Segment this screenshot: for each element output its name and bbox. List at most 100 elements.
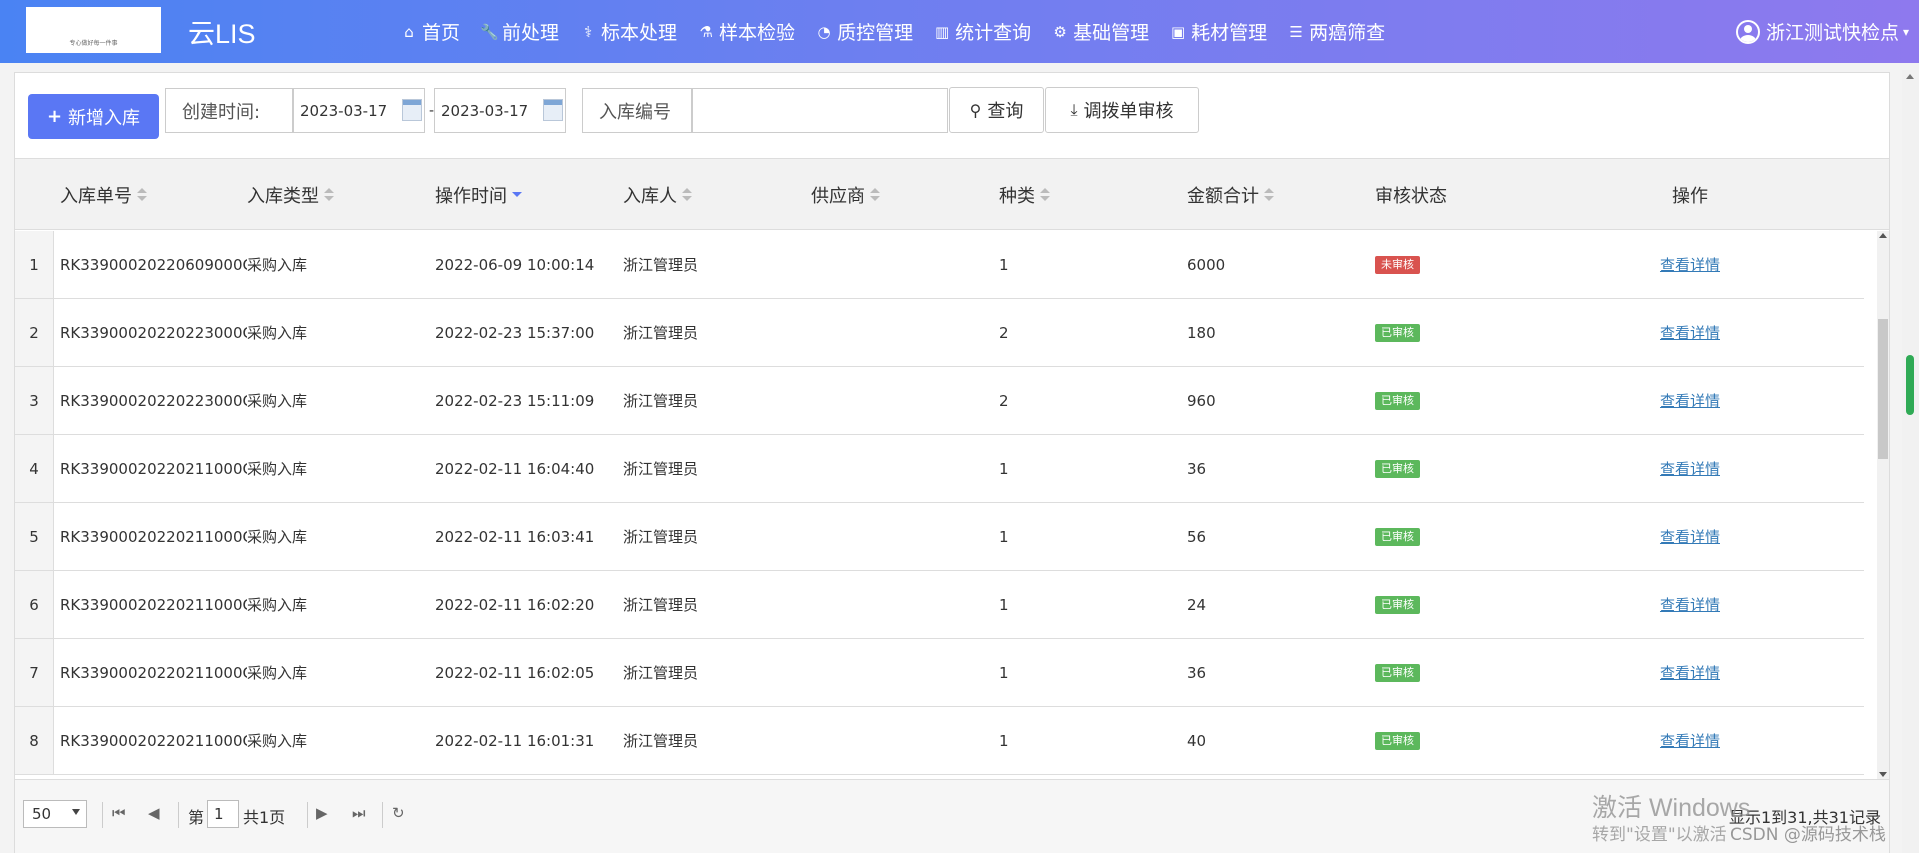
operator-cell: 浙江管理员 [623,732,699,750]
inbound-type-cell: 采购入库 [247,596,308,614]
supplier-cell [811,299,991,366]
inbound-type-cell: 采购入库 [247,324,308,342]
scroll-down-icon[interactable] [1879,772,1887,777]
view-details-link[interactable]: 查看详情 [1660,254,1720,275]
nav-item[interactable]: 🔧 前处理 [480,18,559,45]
nav-item[interactable]: ▣ 耗材管理 [1169,18,1267,45]
transfer-audit-button[interactable]: ⤓ 调拨单审核 [1045,87,1199,133]
column-header-label: 种类 [999,185,1035,207]
search-button[interactable]: ⚲ 查询 [949,87,1044,133]
sort-icon[interactable] [1264,187,1274,202]
next-page-icon[interactable]: ▶ [316,804,328,822]
column-header: 审核状态 [1375,159,1555,230]
view-details-link[interactable]: 查看详情 [1660,662,1720,683]
status-badge: 未审核 [1375,255,1420,274]
table-row[interactable]: 7 RK33900020220211000C 采购入库 2022-02-11 16:0… [15,639,1864,707]
sort-icon[interactable] [324,187,334,202]
nav-item[interactable]: ◔ 质控管理 [815,18,914,45]
page-number-input[interactable]: 1 [207,800,239,828]
inbound-type-cell: 采购入库 [247,392,308,410]
view-details-link[interactable]: 查看详情 [1660,458,1720,479]
nav-item[interactable]: ⚙ 基础管理 [1051,18,1149,45]
table-scrollbar[interactable] [1877,231,1889,779]
table-row[interactable]: 4 RK33900020220211000C 采购入库 2022-02-11 16:0… [15,435,1864,503]
column-header[interactable]: 操作时间 [435,159,615,230]
operator-cell: 浙江管理员 [623,664,699,682]
table-row[interactable]: 1 RK33900020220609000C 采购入库 2022-06-09 10:0… [15,231,1864,299]
column-header[interactable]: 入库人 [623,159,803,230]
column-header-label: 入库单号 [60,185,132,207]
nav-item[interactable]: ▥ 统计查询 [933,18,1031,45]
last-page-icon[interactable]: ⏭ [352,804,366,822]
filter-toolbar: + 新增入库 创建时间: 2023-03-17 - 2023-03-17 入库编… [15,73,1889,159]
add-inbound-button[interactable]: + 新增入库 [28,94,159,139]
nav-item[interactable]: ☰ 两癌筛查 [1287,18,1385,45]
flask-icon: ⚗ [699,22,713,41]
supplier-cell [811,231,991,298]
page-size-value: 50 [32,805,52,823]
date-from-input[interactable]: 2023-03-17 [293,88,425,133]
app-title: 云LIS [188,19,256,49]
page-size-select[interactable]: 50 [23,800,87,828]
content-panel: + 新增入库 创建时间: 2023-03-17 - 2023-03-17 入库编… [14,72,1890,853]
inbound-type-cell: 采购入库 [247,256,308,274]
sort-icon[interactable] [682,187,692,202]
column-header-label: 操作 [1672,185,1708,207]
prev-page-icon[interactable]: ◀ [148,804,160,822]
row-index: 5 [15,503,54,570]
transfer-audit-label: 调拨单审核 [1083,101,1174,122]
column-header[interactable]: 入库类型 [247,159,427,230]
page-total: 共1页 [243,808,286,827]
sort-icon[interactable] [137,187,147,202]
view-details-link[interactable]: 查看详情 [1660,322,1720,343]
refresh-icon[interactable]: ↻ [392,804,405,822]
nav-item-label: 统计查询 [955,22,1032,44]
operator-cell: 浙江管理员 [623,596,699,614]
amount-cell: 36 [1187,663,1207,682]
nav-item[interactable]: ⚕ 标本处理 [579,18,677,45]
operate-time-cell: 2022-02-23 15:37:00 [435,323,595,342]
column-header[interactable]: 种类 [999,159,1179,230]
sort-icon[interactable] [1040,187,1050,202]
inbound-no-cell: RK33900020220223000C [60,323,247,342]
operate-time-cell: 2022-02-11 16:01:31 [435,731,595,750]
table-row[interactable]: 8 RK33900020220211000C 采购入库 2022-02-11 16:0… [15,707,1864,775]
view-details-link[interactable]: 查看详情 [1660,526,1720,547]
scrollbar-thumb[interactable] [1906,355,1914,415]
table-row[interactable]: 3 RK33900020220223000C 采购入库 2022-02-23 15:1… [15,367,1864,435]
view-details-link[interactable]: 查看详情 [1660,390,1720,411]
nav-item-label: 耗材管理 [1191,22,1268,44]
nav-item-label: 两癌筛查 [1309,22,1386,44]
row-index: 3 [15,367,54,434]
scroll-up-icon[interactable] [1879,233,1887,238]
row-index: 1 [15,231,54,298]
sort-icon[interactable] [870,187,880,202]
column-header[interactable]: 金额合计 [1187,159,1367,230]
column-header[interactable]: 入库单号 [60,159,247,230]
sort-icon[interactable] [512,188,522,202]
view-details-link[interactable]: 查看详情 [1660,730,1720,751]
user-menu[interactable]: 浙江测试快检点 ▾ [1735,0,1909,63]
column-header-label: 入库类型 [247,185,319,207]
status-badge: 已审核 [1375,391,1420,410]
logo[interactable]: 专心做好每一件事 [26,7,161,53]
page-scrollbar[interactable] [1902,70,1919,853]
page-number-value: 1 [214,805,224,823]
date-to-input[interactable]: 2023-03-17 [434,88,566,133]
list-icon: ☰ [1289,22,1303,41]
scrollbar-thumb[interactable] [1878,319,1888,459]
table-row[interactable]: 2 RK33900020220223000C 采购入库 2022-02-23 15:3… [15,299,1864,367]
nav-item[interactable]: ⚗ 样本检验 [697,18,795,45]
stethoscope-icon: ⚕ [583,22,593,41]
row-index: 6 [15,571,54,638]
scroll-up-icon[interactable] [1906,74,1914,79]
table-row[interactable]: 6 RK33900020220211000C 采购入库 2022-02-11 16:0… [15,571,1864,639]
first-page-icon[interactable]: ⏮ [112,804,126,822]
calendar-icon[interactable] [543,99,563,121]
calendar-icon[interactable] [402,99,422,121]
table-row[interactable]: 5 RK33900020220211000C 采购入库 2022-02-11 16:0… [15,503,1864,571]
inbound-no-input[interactable] [692,88,948,133]
column-header[interactable]: 供应商 [811,159,991,230]
nav-item[interactable]: ⌂ 首页 [400,18,460,45]
view-details-link[interactable]: 查看详情 [1660,594,1720,615]
